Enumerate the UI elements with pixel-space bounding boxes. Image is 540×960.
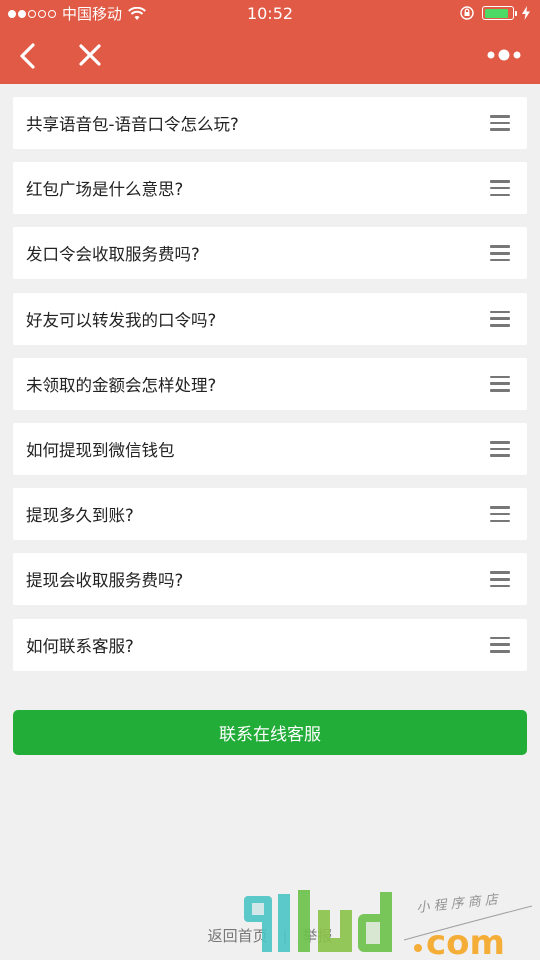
footer: 返回首页 | 举报 bbox=[0, 925, 540, 946]
watermark-logo: 小 程 序 商 店 com bbox=[244, 890, 533, 960]
svg-text:小 程 序 商 店: 小 程 序 商 店 bbox=[416, 892, 501, 916]
faq-item-label: 提现会收取服务费吗? bbox=[26, 571, 184, 591]
charging-icon bbox=[522, 6, 530, 20]
faq-item[interactable]: 提现多久到账? bbox=[13, 488, 527, 541]
faq-item[interactable]: 未领取的金额会怎样处理? bbox=[13, 357, 527, 410]
contact-service-button[interactable]: 联系在线客服 bbox=[13, 710, 527, 755]
close-icon[interactable] bbox=[76, 41, 104, 69]
faq-item[interactable]: 提现会收取服务费吗? bbox=[13, 553, 527, 606]
report-link[interactable]: 举报 bbox=[302, 927, 332, 945]
faq-item[interactable]: 共享语音包-语音口令怎么玩? bbox=[13, 97, 527, 149]
faq-item[interactable]: 如何提现到微信钱包 bbox=[13, 422, 527, 475]
home-link[interactable]: 返回首页 bbox=[208, 927, 268, 945]
faq-item-label: 提现多久到账? bbox=[26, 506, 134, 526]
menu-icon bbox=[490, 245, 510, 262]
menu-icon bbox=[490, 506, 510, 523]
chevron-left-icon[interactable] bbox=[14, 40, 42, 72]
faq-list: 共享语音包-语音口令怎么玩? 红包广场是什么意思? 发口令会收取服务费吗? 好友… bbox=[13, 97, 527, 684]
faq-item-label: 如何联系客服? bbox=[26, 636, 134, 656]
faq-item-label: 发口令会收取服务费吗? bbox=[26, 245, 200, 265]
status-bar: 中国移动 10:52 bbox=[0, 0, 540, 28]
battery-level bbox=[484, 8, 508, 18]
faq-item-label: 未领取的金额会怎样处理? bbox=[26, 375, 217, 395]
menu-icon bbox=[490, 375, 510, 392]
battery-icon bbox=[482, 6, 517, 20]
footer-separator: | bbox=[282, 927, 288, 945]
menu-icon bbox=[490, 440, 510, 457]
faq-item[interactable]: 好友可以转发我的口令吗? bbox=[13, 292, 527, 345]
faq-item[interactable]: 发口令会收取服务费吗? bbox=[13, 227, 527, 280]
faq-item-label: 共享语音包-语音口令怎么玩? bbox=[26, 115, 239, 134]
faq-item-label: 好友可以转发我的口令吗? bbox=[26, 310, 217, 330]
faq-item[interactable]: 如何联系客服? bbox=[13, 618, 527, 671]
more-dots-icon[interactable] bbox=[486, 44, 522, 66]
faq-item-label: 红包广场是什么意思? bbox=[26, 180, 184, 200]
menu-icon bbox=[490, 115, 510, 131]
clock: 10:52 bbox=[246, 4, 294, 23]
status-right bbox=[460, 6, 530, 20]
menu-icon bbox=[490, 180, 510, 197]
menu-icon bbox=[490, 571, 510, 588]
nav-bar bbox=[0, 28, 540, 84]
faq-item[interactable]: 红包广场是什么意思? bbox=[13, 162, 527, 215]
menu-icon bbox=[490, 310, 510, 327]
rotation-lock-icon bbox=[460, 6, 474, 20]
faq-item-label: 如何提现到微信钱包 bbox=[26, 440, 175, 460]
menu-icon bbox=[490, 636, 510, 653]
